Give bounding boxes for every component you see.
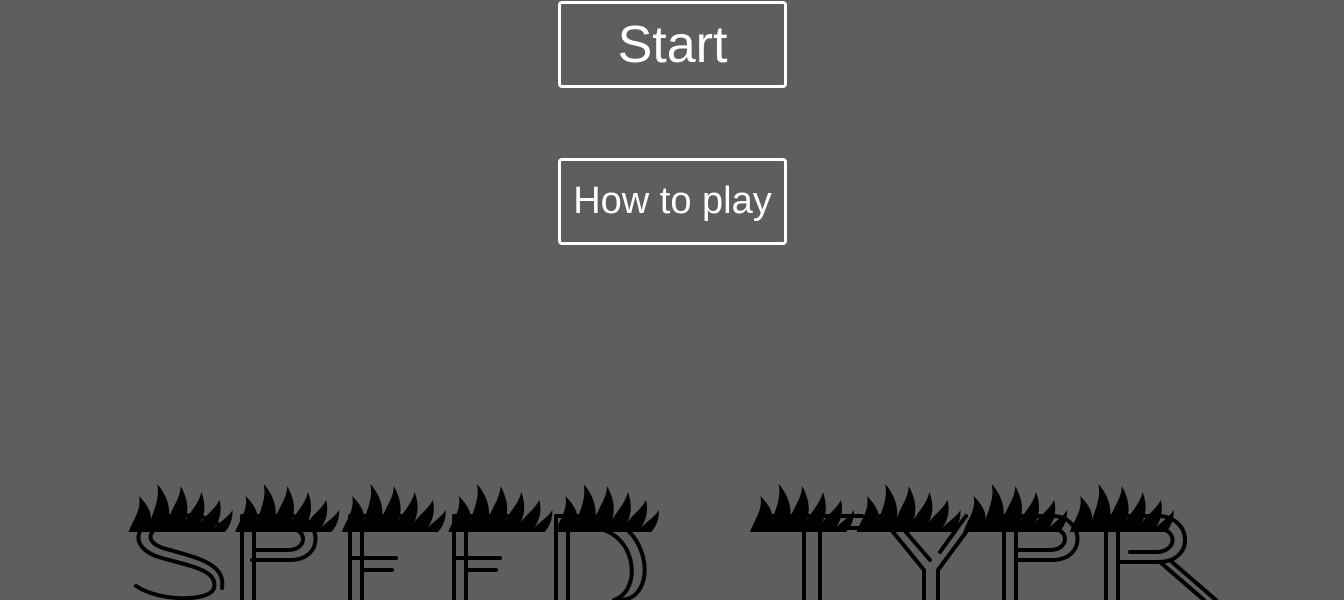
how-to-play-button-label: How to play <box>573 180 772 222</box>
main-menu-screen: Start How to play <box>0 0 1344 600</box>
how-to-play-button[interactable]: How to play <box>558 158 787 245</box>
speed-typr-logo <box>128 484 1218 600</box>
start-button-label: Start <box>617 15 728 74</box>
start-button[interactable]: Start <box>558 1 787 88</box>
